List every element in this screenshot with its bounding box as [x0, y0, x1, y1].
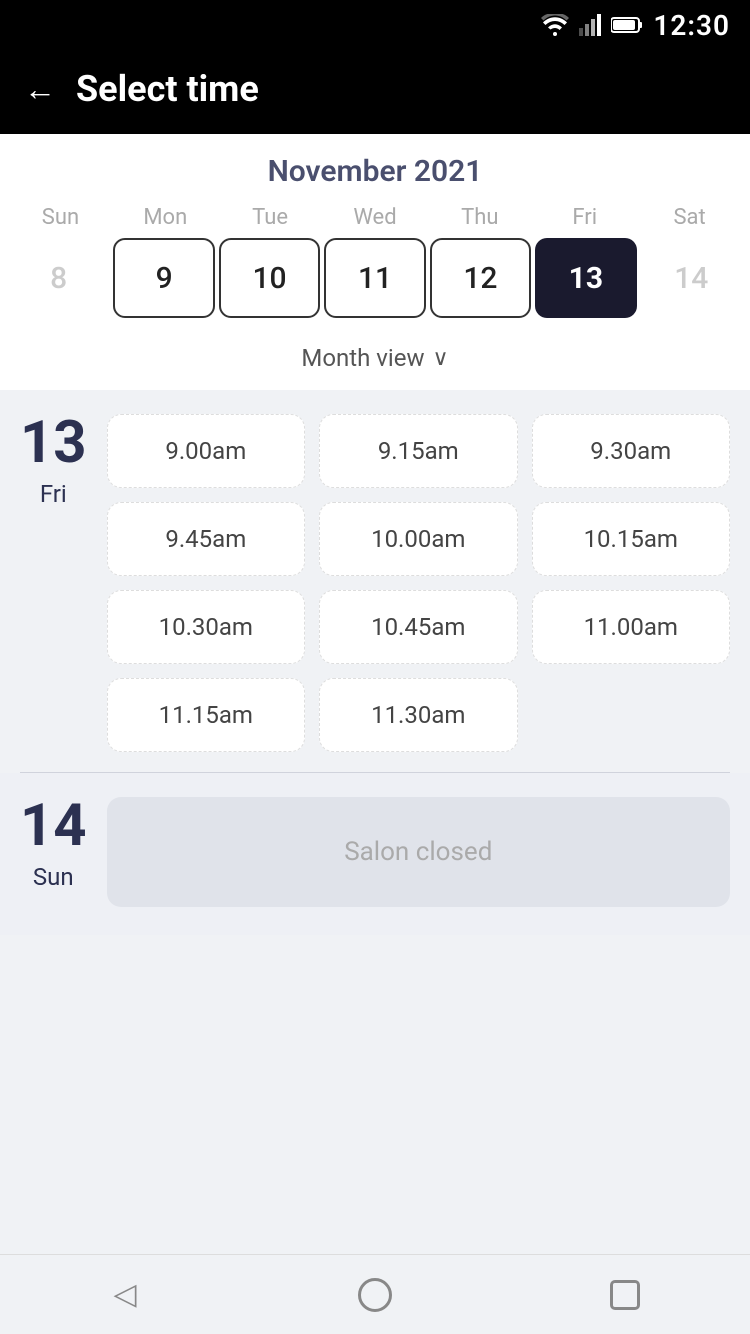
day-9[interactable]: 9 [113, 238, 214, 318]
time-slot-1015am[interactable]: 10.15am [532, 502, 730, 576]
time-slots-grid: 9.00am 9.15am 9.30am 9.45am 10.00am 10.1… [107, 414, 730, 752]
day-14-section: 14 Sun Salon closed [0, 773, 750, 935]
day-12[interactable]: 12 [430, 238, 531, 318]
day-10[interactable]: 10 [219, 238, 320, 318]
signal-icon [579, 14, 601, 36]
time-slot-1045am[interactable]: 10.45am [319, 590, 517, 664]
time-slot-915am[interactable]: 9.15am [319, 414, 517, 488]
day-header-wed: Wed [323, 205, 428, 230]
date-weekday-14: Sun [33, 863, 74, 891]
battery-icon [611, 16, 643, 34]
recents-nav-icon [610, 1280, 640, 1310]
time-slot-945am[interactable]: 9.45am [107, 502, 305, 576]
status-bar: 12:30 [0, 0, 750, 50]
month-year-label: November 2021 [0, 154, 750, 189]
calendar-section: November 2021 Sun Mon Tue Wed Thu Fri Sa… [0, 134, 750, 390]
time-slots-container: 9.00am 9.15am 9.30am 9.45am 10.00am 10.1… [107, 414, 730, 752]
month-view-toggle[interactable]: Month view ∨ [0, 330, 750, 390]
chevron-down-icon: ∨ [433, 346, 449, 371]
day-header-sun: Sun [8, 205, 113, 230]
time-slot-1030am[interactable]: 10.30am [107, 590, 305, 664]
day-header-mon: Mon [113, 205, 218, 230]
nav-recents-button[interactable] [595, 1265, 655, 1325]
wifi-icon [541, 14, 569, 36]
time-slot-1130am[interactable]: 11.30am [319, 678, 517, 752]
time-slot-1115am[interactable]: 11.15am [107, 678, 305, 752]
header: ← Select time [0, 50, 750, 134]
time-slot-1100am[interactable]: 11.00am [532, 590, 730, 664]
day-header-sat: Sat [637, 205, 742, 230]
home-nav-icon [358, 1278, 392, 1312]
day-header-thu: Thu [427, 205, 532, 230]
time-slot-900am[interactable]: 9.00am [107, 414, 305, 488]
day-11[interactable]: 11 [324, 238, 425, 318]
status-icons: 12:30 [541, 9, 730, 42]
day-14[interactable]: 14 [641, 238, 742, 318]
date-label-14: 14 Sun [20, 797, 87, 907]
week-row: 8 9 10 11 12 13 14 [0, 238, 750, 330]
salon-closed-text: Salon closed [344, 837, 492, 867]
bottom-spacer [0, 935, 750, 1015]
time-slot-1000am[interactable]: 10.00am [319, 502, 517, 576]
nav-home-button[interactable] [345, 1265, 405, 1325]
day-headers-row: Sun Mon Tue Wed Thu Fri Sat [0, 205, 750, 230]
day-header-tue: Tue [218, 205, 323, 230]
back-button[interactable]: ← [24, 73, 56, 105]
status-time: 12:30 [653, 9, 730, 42]
day-8[interactable]: 8 [8, 238, 109, 318]
back-nav-icon [113, 1277, 136, 1312]
day-header-fri: Fri [532, 205, 637, 230]
date-number-13: 13 [20, 414, 87, 472]
nav-back-button[interactable] [95, 1265, 155, 1325]
day-13-section: 13 Fri 9.00am 9.15am 9.30am 9.45am 10.00… [0, 390, 750, 772]
month-view-label: Month view [301, 344, 424, 372]
date-weekday-13: Fri [40, 480, 67, 508]
time-slot-930am[interactable]: 9.30am [532, 414, 730, 488]
bottom-nav [0, 1254, 750, 1334]
day-13[interactable]: 13 [535, 238, 636, 318]
salon-closed-box: Salon closed [107, 797, 730, 907]
page-title: Select time [76, 68, 259, 110]
date-number-14: 14 [20, 797, 87, 855]
date-label-13: 13 Fri [20, 414, 87, 752]
